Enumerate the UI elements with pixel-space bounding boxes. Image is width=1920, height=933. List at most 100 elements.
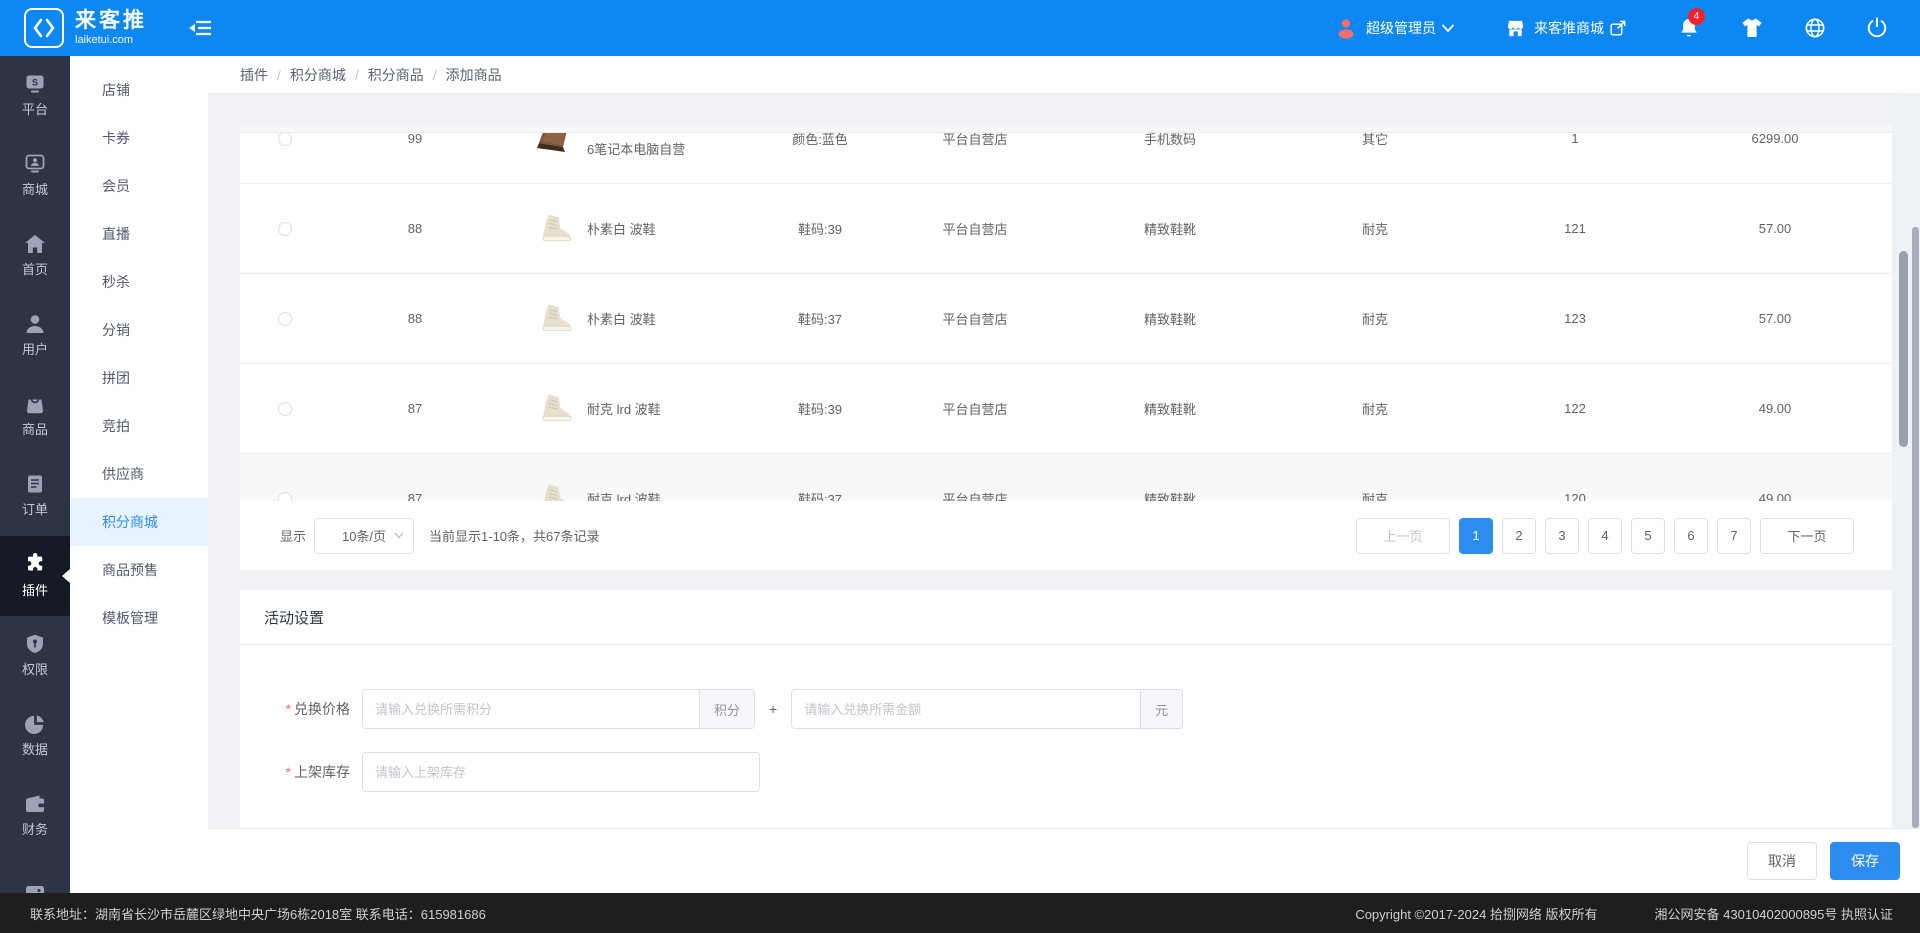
page-button-7[interactable]: 7 xyxy=(1717,518,1751,554)
product-brand: 耐克 xyxy=(1280,489,1470,501)
breadcrumb-points-goods[interactable]: 积分商品 xyxy=(368,65,424,85)
logout-button[interactable] xyxy=(1866,17,1888,39)
svg-text:S: S xyxy=(32,77,38,87)
product-id: 87 xyxy=(330,491,500,501)
row-radio[interactable] xyxy=(278,312,292,326)
user-name: 超级管理员 xyxy=(1366,18,1436,38)
breadcrumb-points-mall[interactable]: 积分商城 xyxy=(290,65,346,85)
page-scrollbar-thumb[interactable] xyxy=(1912,227,1919,828)
amount-unit: 元 xyxy=(1140,690,1182,728)
stock-input[interactable] xyxy=(363,753,759,791)
product-store: 平台自营店 xyxy=(890,309,1060,328)
activity-settings-title: 活动设置 xyxy=(240,590,1892,645)
form-action-bar: 取消 保存 xyxy=(208,828,1920,893)
page-button-4[interactable]: 4 xyxy=(1588,518,1622,554)
breadcrumb-plugins[interactable]: 插件 xyxy=(240,65,268,85)
submenu-item-templates[interactable]: 模板管理 xyxy=(70,594,208,642)
scrollbar-track[interactable] xyxy=(1893,93,1920,828)
sidebar-item-users[interactable]: 用户 xyxy=(0,296,70,376)
page-button-6[interactable]: 6 xyxy=(1674,518,1708,554)
product-brand: 耐克 xyxy=(1280,219,1470,238)
product-price: 49.00 xyxy=(1680,401,1870,416)
activity-settings-panel: 活动设置 *兑换价格 积分 + 元 *上架库存 xyxy=(240,590,1892,828)
row-radio[interactable] xyxy=(278,492,292,502)
page-button-2[interactable]: 2 xyxy=(1502,518,1536,554)
submenu-item-presale[interactable]: 商品预售 xyxy=(70,546,208,594)
sidebar-item-platform[interactable]: S 平台 xyxy=(0,56,70,136)
row-radio[interactable] xyxy=(278,402,292,416)
product-name: 耐克 lrd 波鞋 xyxy=(587,399,661,418)
avatar-icon xyxy=(1334,16,1358,40)
sidebar-item-home[interactable]: 首页 xyxy=(0,216,70,296)
submenu-item-live[interactable]: 直播 xyxy=(70,210,208,258)
sidebar-item-plugins[interactable]: 插件 xyxy=(0,536,70,616)
sidebar-item-data[interactable]: 数据 xyxy=(0,696,70,776)
puzzle-icon xyxy=(24,553,46,575)
mall-link[interactable]: 来客推商城 xyxy=(1504,18,1626,39)
points-input-group: 积分 xyxy=(362,689,755,729)
shield-key-icon xyxy=(24,634,46,654)
breadcrumb-separator: / xyxy=(433,67,437,83)
logo[interactable]: 来客推 laiketui.com xyxy=(24,8,147,48)
chevron-down-icon xyxy=(1442,24,1454,33)
tshirt-icon xyxy=(1740,17,1764,39)
product-id: 87 xyxy=(330,401,500,416)
required-mark: * xyxy=(286,701,291,717)
row-radio[interactable] xyxy=(278,222,292,236)
product-brand: 耐克 xyxy=(1280,399,1470,418)
sidebar-item-finance[interactable]: 财务 xyxy=(0,776,70,856)
sidebar-item-label: 插件 xyxy=(22,580,48,599)
product-name: 6笔记本电脑自营 xyxy=(587,139,685,158)
user-menu[interactable]: 超级管理员 xyxy=(1334,16,1454,40)
product-brand: 耐克 xyxy=(1280,309,1470,328)
submenu-item-groupbuy[interactable]: 拼团 xyxy=(70,354,208,402)
sidebar-item-mall[interactable]: 商城 xyxy=(0,136,70,216)
submenu-item-coupon[interactable]: 卡券 xyxy=(70,114,208,162)
submenu-item-supplier[interactable]: 供应商 xyxy=(70,450,208,498)
prev-page-button[interactable]: 上一页 xyxy=(1356,518,1450,554)
submenu-item-shop[interactable]: 店铺 xyxy=(70,66,208,114)
submenu-item-points-mall[interactable]: 积分商城 xyxy=(70,498,208,546)
plugin-submenu: 店铺 卡券 会员 直播 秒杀 分销 拼团 竞拍 供应商 积分商城 商品预售 模板… xyxy=(70,56,208,893)
row-radio[interactable] xyxy=(278,132,292,146)
sidebar-item-permissions[interactable]: 权限 xyxy=(0,616,70,696)
cancel-button[interactable]: 取消 xyxy=(1747,842,1817,880)
sidebar-item-label: 用户 xyxy=(22,339,48,358)
sidebar-item-label: 商城 xyxy=(22,179,48,198)
product-stock: 122 xyxy=(1470,401,1680,416)
page-button-1[interactable]: 1 xyxy=(1459,518,1493,554)
sidebar-item-label: 首页 xyxy=(22,259,48,278)
points-input[interactable] xyxy=(363,690,699,728)
wallet-icon xyxy=(24,794,46,814)
collapse-menu-icon[interactable] xyxy=(189,19,211,37)
next-page-button[interactable]: 下一页 xyxy=(1760,518,1854,554)
product-image-sneaker xyxy=(535,209,575,249)
mall-name: 来客推商城 xyxy=(1534,18,1604,38)
pie-chart-icon xyxy=(24,714,46,734)
product-spec: 鞋码:39 xyxy=(750,399,890,418)
product-spec: 鞋码:37 xyxy=(750,309,890,328)
table-scrollbar-thumb[interactable] xyxy=(1899,251,1908,447)
store-front-button[interactable] xyxy=(1740,17,1764,39)
save-button[interactable]: 保存 xyxy=(1830,842,1900,880)
submenu-item-auction[interactable]: 竞拍 xyxy=(70,402,208,450)
amount-input[interactable] xyxy=(792,690,1140,728)
breadcrumb: 插件 / 积分商城 / 积分商品 / 添加商品 xyxy=(208,56,1920,93)
page-button-5[interactable]: 5 xyxy=(1631,518,1665,554)
chevron-down-icon xyxy=(394,532,404,539)
language-button[interactable] xyxy=(1804,17,1826,39)
stock-input-group xyxy=(362,752,760,792)
sidebar-item-label: 财务 xyxy=(22,819,48,838)
page-size-select[interactable]: 10条/页 xyxy=(314,518,414,554)
pagination-summary: 当前显示1-10条，共67条记录 xyxy=(429,526,599,545)
home-icon xyxy=(24,234,46,254)
submenu-item-member[interactable]: 会员 xyxy=(70,162,208,210)
submenu-item-flashsale[interactable]: 秒杀 xyxy=(70,258,208,306)
notifications-button[interactable]: 4 xyxy=(1678,16,1700,40)
sidebar-item-goods[interactable]: 商品 xyxy=(0,376,70,456)
sidebar-item-label: 数据 xyxy=(22,739,48,758)
product-spec: 鞋码:39 xyxy=(750,219,890,238)
page-button-3[interactable]: 3 xyxy=(1545,518,1579,554)
sidebar-item-orders[interactable]: 订单 xyxy=(0,456,70,536)
submenu-item-distribution[interactable]: 分销 xyxy=(70,306,208,354)
